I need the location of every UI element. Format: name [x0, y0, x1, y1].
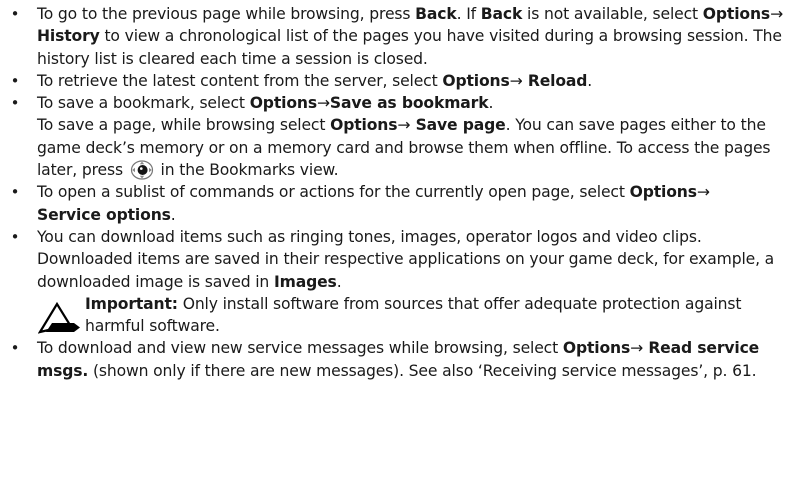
- text: to view a chronological list of the page…: [37, 27, 782, 68]
- options-label: Options: [562, 339, 631, 358]
- arrow-glyph: →: [316, 94, 330, 113]
- arrow-glyph: →: [509, 71, 523, 90]
- text: To open a sublist of commands or actions…: [37, 183, 630, 202]
- options-label: Options: [442, 71, 510, 90]
- text: in the Bookmarks view.: [155, 161, 339, 180]
- list-item: To open a sublist of commands or actions…: [10, 181, 788, 226]
- text: To go to the previous page while browsin…: [37, 5, 416, 23]
- save-page-label: Save page: [410, 116, 506, 135]
- text: To save a page, while browsing select: [37, 116, 331, 135]
- tips-list: To go to the previous page while browsin…: [10, 3, 788, 382]
- document-page: To go to the previous page while browsin…: [0, 0, 798, 481]
- options-label: Options: [330, 116, 398, 135]
- list-item: To save a bookmark, select Options→Save …: [10, 92, 788, 181]
- save-as-bookmark-label: Save as bookmark: [329, 94, 489, 113]
- arrow-glyph: →: [770, 5, 783, 23]
- text: .: [170, 205, 176, 224]
- text: To download and view new service message…: [37, 339, 563, 358]
- back-key-label: Back: [415, 5, 457, 23]
- list-item: To download and view new service message…: [10, 337, 788, 382]
- text: .: [488, 94, 494, 113]
- options-label: Options: [702, 5, 771, 23]
- text: .: [336, 272, 342, 291]
- arrow-glyph: →: [696, 183, 710, 202]
- list-item: To retrieve the latest content from the …: [10, 70, 788, 93]
- arrow-glyph: →: [397, 116, 411, 135]
- important-note: Important: Only install software from so…: [37, 293, 788, 338]
- history-label: History: [37, 27, 100, 46]
- text: To retrieve the latest content from the …: [37, 71, 443, 90]
- options-label: Options: [249, 94, 317, 113]
- note-text: Only install software from sources that …: [85, 294, 742, 336]
- list-item: To go to the previous page while browsin…: [10, 3, 788, 70]
- text: . If: [456, 5, 481, 23]
- warning-icon: [37, 301, 82, 335]
- text: (shown only if there are new messages). …: [88, 361, 757, 380]
- options-label: Options: [629, 183, 697, 202]
- text: is not available, select: [522, 5, 703, 23]
- service-options-label: Service options: [37, 205, 171, 224]
- navigation-key-icon: [130, 160, 154, 180]
- reload-label: Reload: [522, 71, 588, 90]
- back-key-label: Back: [480, 5, 523, 23]
- list-item: You can download items such as ringing t…: [10, 226, 788, 337]
- text: You can download items such as ringing t…: [37, 227, 775, 291]
- important-label: Important:: [85, 294, 178, 313]
- text: .: [587, 71, 593, 90]
- images-label: Images: [273, 272, 337, 291]
- arrow-glyph: →: [630, 339, 644, 358]
- text: To save a bookmark, select: [37, 94, 250, 113]
